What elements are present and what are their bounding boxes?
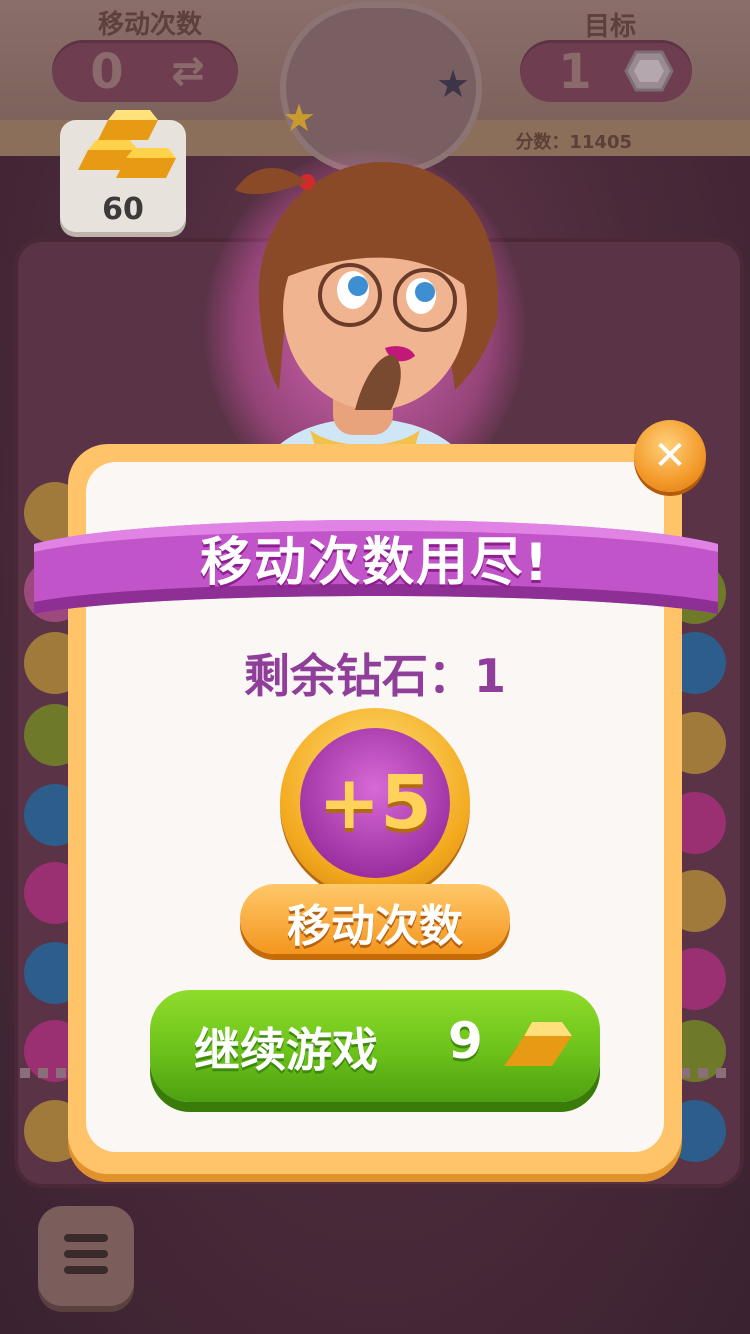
score-text: 分数：11405 [515, 132, 632, 153]
board-chain [20, 1068, 70, 1078]
bonus-moves-inner: +5 [300, 728, 450, 878]
goal-label: 目标 [583, 12, 636, 42]
close-icon: ✕ [653, 433, 687, 479]
gold-bar-icon [504, 1022, 572, 1066]
close-button[interactable]: ✕ [634, 420, 706, 492]
moves-counter: 0 ⇄ [52, 40, 238, 102]
star-icon: ★ [436, 62, 471, 106]
moves-label: 移动次数 [97, 10, 202, 40]
goal-value: 1 [558, 44, 592, 100]
bonus-moves-label: 移动次数 [287, 901, 463, 952]
diamond-icon [624, 50, 674, 92]
gold-counter[interactable]: 60 [60, 110, 186, 232]
remaining-diamonds: 剩余钻石：1 [243, 649, 506, 703]
moves-value: 0 [90, 44, 124, 100]
continue-label: 继续游戏 [194, 1023, 378, 1077]
continue-cost: 9 [448, 1012, 483, 1070]
goal-counter: 1 [520, 40, 692, 102]
star-icon: ★ [282, 96, 317, 140]
board-chain [680, 1068, 730, 1078]
bonus-moves-badge: +5 [280, 708, 470, 898]
swap-arrows-icon: ⇄ [171, 48, 205, 94]
menu-button[interactable] [38, 1206, 134, 1306]
gold-count: 60 [102, 192, 144, 227]
bonus-moves-label-pill: 移动次数 [240, 884, 510, 954]
continue-game-button[interactable]: 继续游戏 9 [150, 990, 600, 1102]
dialog-title: 移动次数用尽! [200, 533, 550, 593]
bonus-amount: +5 [318, 760, 432, 846]
gold-bars-icon [78, 110, 176, 178]
